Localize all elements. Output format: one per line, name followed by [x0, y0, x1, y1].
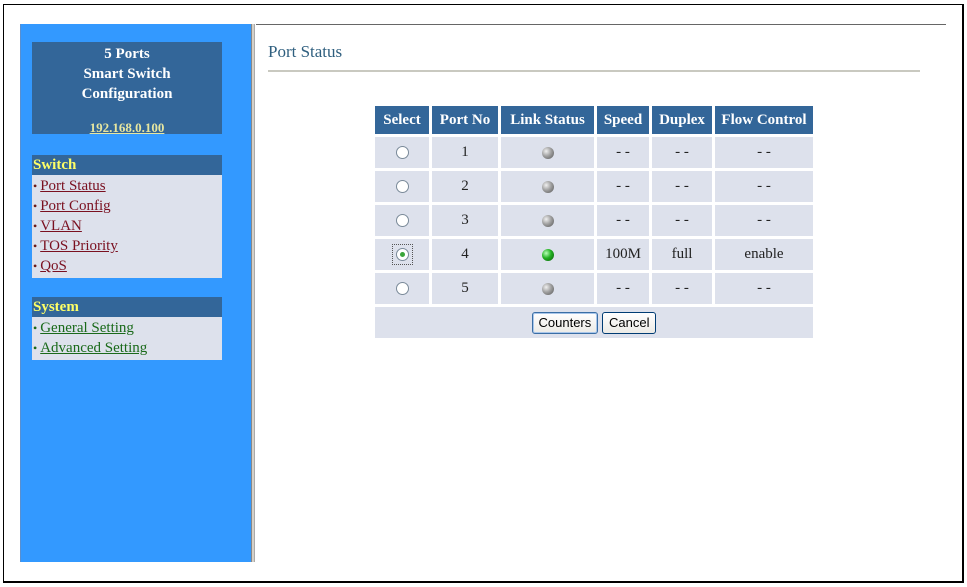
- col-header-select: Select: [375, 106, 429, 134]
- flow-control-cell: - -: [715, 205, 813, 236]
- select-cell: [375, 205, 429, 236]
- cancel-button[interactable]: Cancel: [602, 311, 657, 334]
- port-no-cell: 1: [432, 137, 498, 168]
- device-ip-link[interactable]: 192.168.0.100: [90, 118, 165, 138]
- link-down-led-icon: [541, 180, 554, 193]
- link-down-led-icon: [541, 146, 554, 159]
- speed-cell: 100M: [597, 239, 649, 270]
- actions-row: Counters Cancel: [375, 307, 813, 338]
- sidebar-link-vlan[interactable]: VLAN: [40, 218, 82, 234]
- sidebar-item-qos[interactable]: • QoS: [32, 256, 222, 276]
- sidebar-link-general-setting[interactable]: General Setting: [40, 320, 134, 336]
- port-no-cell: 5: [432, 273, 498, 304]
- menu-system: System • General Setting • Advanced Settin…: [32, 297, 222, 360]
- table-row: 4 100M full enable: [375, 239, 813, 270]
- duplex-cell: - -: [652, 273, 712, 304]
- sidebar-item-tos-priority[interactable]: • TOS Priority: [32, 236, 222, 256]
- bullet-icon: •: [33, 321, 38, 335]
- port-select-radio[interactable]: [395, 282, 409, 296]
- brand-line-2: Smart Switch: [83, 66, 171, 82]
- port-select-radio[interactable]: [395, 214, 409, 228]
- bullet-icon: •: [33, 199, 38, 213]
- title-divider: [268, 70, 920, 72]
- col-header-link-status: Link Status: [501, 106, 594, 134]
- flow-control-cell: enable: [715, 239, 813, 270]
- duplex-cell: - -: [652, 171, 712, 202]
- port-select-radio[interactable]: [395, 180, 409, 194]
- bullet-icon: •: [33, 239, 38, 253]
- menu-switch: Switch • Port Status • Port Config • VLAN •…: [32, 155, 222, 278]
- sidebar-item-general-setting[interactable]: • General Setting: [32, 318, 222, 338]
- table-row: 2- -- -- -: [375, 171, 813, 202]
- duplex-cell: - -: [652, 205, 712, 236]
- bullet-icon: •: [33, 179, 38, 193]
- sidebar-link-port-config[interactable]: Port Config: [40, 198, 110, 214]
- select-cell: [375, 171, 429, 202]
- flow-control-cell: - -: [715, 273, 813, 304]
- brand-line-1: 5 Ports: [104, 46, 150, 62]
- sidebar-item-advanced-setting[interactable]: • Advanced Setting: [32, 338, 222, 358]
- frame-divider[interactable]: [251, 24, 255, 562]
- sidebar-item-port-status[interactable]: • Port Status: [32, 176, 222, 196]
- col-header-flow-control: Flow Control: [715, 106, 813, 134]
- col-header-speed: Speed: [597, 106, 649, 134]
- link-status-cell: [501, 273, 594, 304]
- actions-cell: Counters Cancel: [375, 307, 813, 338]
- sidebar-link-port-status[interactable]: Port Status: [40, 178, 105, 194]
- select-cell: [375, 137, 429, 168]
- flow-control-cell: - -: [715, 137, 813, 168]
- bullet-icon: •: [33, 341, 38, 355]
- link-up-led-icon: [541, 248, 554, 261]
- speed-cell: - -: [597, 205, 649, 236]
- link-status-cell: [501, 137, 594, 168]
- bullet-icon: •: [33, 219, 38, 233]
- focus-outline: [391, 244, 413, 265]
- content-top-border: [256, 24, 946, 25]
- port-no-cell: 3: [432, 205, 498, 236]
- brand-panel: 5 Ports Smart Switch Configuration 192.1…: [32, 42, 222, 135]
- flow-control-cell: - -: [715, 171, 813, 202]
- page-title: Port Status: [268, 42, 343, 61]
- select-cell: [375, 239, 429, 270]
- speed-cell: - -: [597, 137, 649, 168]
- link-status-cell: [501, 171, 594, 202]
- brand-line-3: Configuration: [81, 86, 173, 102]
- speed-cell: - -: [597, 273, 649, 304]
- counters-button[interactable]: Counters: [531, 311, 599, 334]
- sidebar-link-advanced-setting[interactable]: Advanced Setting: [40, 340, 147, 356]
- sidebar-link-qos[interactable]: QoS: [40, 258, 67, 274]
- sidebar-item-port-config[interactable]: • Port Config: [32, 196, 222, 216]
- port-no-cell: 2: [432, 171, 498, 202]
- port-select-radio[interactable]: [395, 248, 409, 261]
- sidebar-item-vlan[interactable]: • VLAN: [32, 216, 222, 236]
- duplex-cell: full: [652, 239, 712, 270]
- table-row: 1- -- -- -: [375, 137, 813, 168]
- menu-system-header: System: [32, 297, 222, 317]
- link-status-cell: [501, 205, 594, 236]
- link-down-led-icon: [541, 214, 554, 227]
- table-header-row: Select Port No Link Status Speed Duplex …: [375, 106, 813, 134]
- select-cell: [375, 273, 429, 304]
- col-header-duplex: Duplex: [652, 106, 712, 134]
- speed-cell: - -: [597, 171, 649, 202]
- duplex-cell: - -: [652, 137, 712, 168]
- port-select-radio[interactable]: [395, 146, 409, 160]
- port-no-cell: 4: [432, 239, 498, 270]
- menu-switch-header: Switch: [32, 155, 222, 175]
- port-status-table: Select Port No Link Status Speed Duplex …: [372, 103, 816, 341]
- table-row: 3- -- -- -: [375, 205, 813, 236]
- col-header-port-no: Port No: [432, 106, 498, 134]
- link-status-cell: [501, 239, 594, 270]
- sidebar-link-tos-priority[interactable]: TOS Priority: [40, 238, 118, 254]
- table-row: 5- -- -- -: [375, 273, 813, 304]
- bullet-icon: •: [33, 259, 38, 273]
- link-down-led-icon: [541, 282, 554, 295]
